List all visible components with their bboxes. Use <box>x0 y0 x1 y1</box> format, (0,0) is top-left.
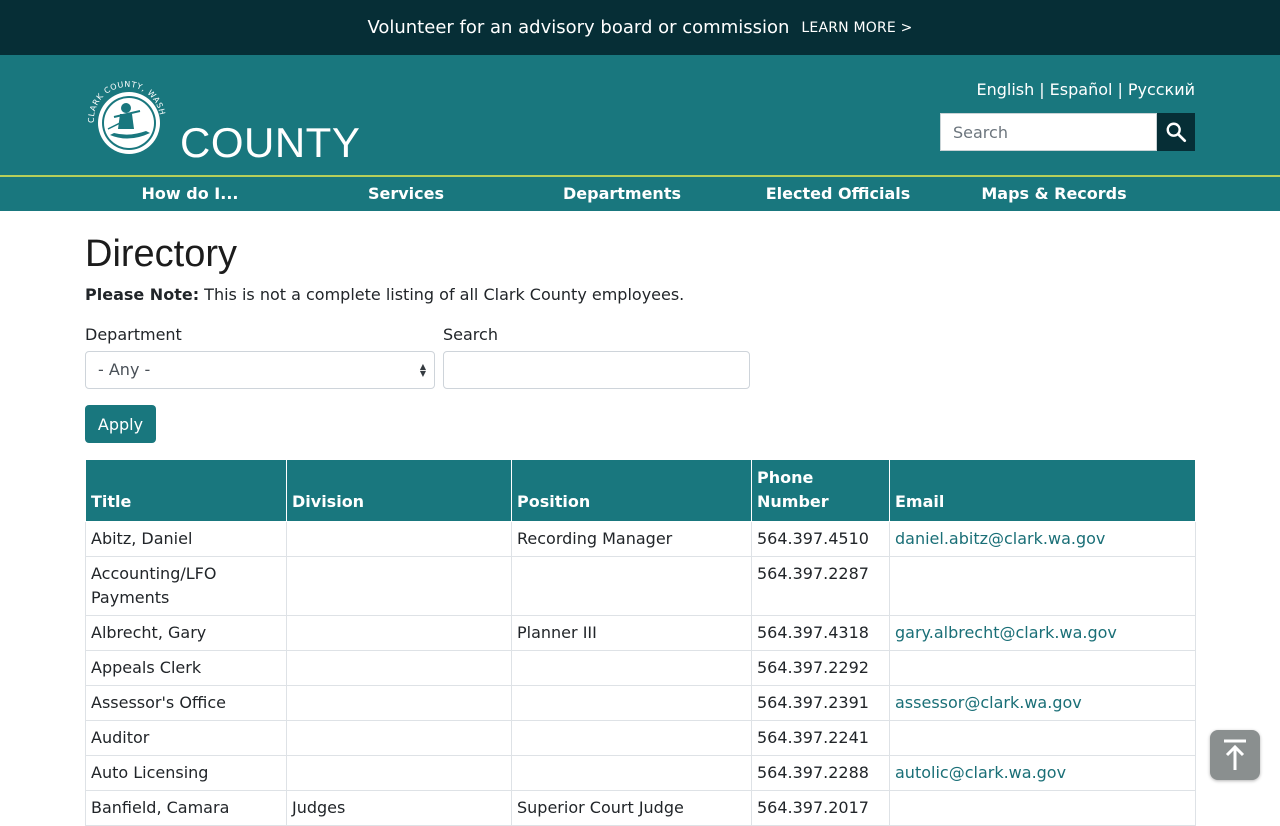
cell-division <box>286 650 512 686</box>
lang-espanol[interactable]: Español <box>1050 80 1113 99</box>
cell-position: Superior Court Judge <box>511 790 752 826</box>
cell-division <box>286 755 512 791</box>
cell-division <box>286 720 512 756</box>
nav-maps-records[interactable]: Maps & Records <box>946 177 1162 211</box>
cell-title: Banfield, Camara <box>85 790 287 826</box>
county-seal-logo[interactable]: CLARK COUNTY, WASHINGTON <box>84 77 174 161</box>
lang-divider: | <box>1039 80 1045 99</box>
table-row: Banfield, Camara Judges Superior Court Jud… <box>85 790 1196 826</box>
table-row: Auto Licensing 564.397.2288 autolic@clark.… <box>85 755 1196 791</box>
table-row: Assessor's Office 564.397.2391 assessor@cl… <box>85 685 1196 721</box>
announcement-banner: Volunteer for an advisory board or commi… <box>0 0 1280 55</box>
cell-title: Albrecht, Gary <box>85 615 287 651</box>
cell-position <box>511 755 752 791</box>
column-header-email: Email <box>889 459 1196 522</box>
cell-title: Auditor <box>85 720 287 756</box>
cell-division <box>286 615 512 651</box>
email-link[interactable]: gary.albrecht@clark.wa.gov <box>895 623 1117 642</box>
cell-phone: 564.397.2292 <box>751 650 890 686</box>
department-select[interactable]: - Any - ▲ ▼ <box>85 351 435 389</box>
cell-phone: 564.397.2391 <box>751 685 890 721</box>
language-switcher: English | Español | Русский <box>976 80 1195 100</box>
cell-title: Auto Licensing <box>85 755 287 791</box>
cell-email: gary.albrecht@clark.wa.gov <box>889 615 1196 651</box>
column-header-position: Position <box>511 459 752 522</box>
cell-phone: 564.397.4510 <box>751 521 890 557</box>
department-select-value: - Any - <box>98 360 151 379</box>
cell-division <box>286 556 512 616</box>
column-header-division: Division <box>286 459 512 522</box>
table-row: Auditor 564.397.2241 <box>85 720 1196 756</box>
select-arrows-icon: ▲ ▼ <box>419 362 426 378</box>
column-header-phone: Phone Number <box>751 459 890 522</box>
lang-russian[interactable]: Русский <box>1128 80 1195 99</box>
email-link[interactable]: autolic@clark.wa.gov <box>895 763 1066 782</box>
cell-email: autolic@clark.wa.gov <box>889 755 1196 791</box>
search-label: Search <box>443 325 498 344</box>
note-label: Please Note: <box>85 285 200 304</box>
directory-table: Title Division Position Phone Number Ema… <box>85 459 1196 826</box>
cell-title: Accounting/LFO Payments <box>85 556 287 616</box>
learn-more-link[interactable]: LEARN MORE > <box>801 20 912 36</box>
nav-how-do-i[interactable]: How do I... <box>82 177 298 211</box>
main-nav: How do I... Services Departments Elected… <box>0 175 1280 211</box>
nav-services[interactable]: Services <box>298 177 514 211</box>
lang-divider: | <box>1117 80 1123 99</box>
arrow-up-to-line-icon <box>1224 739 1246 770</box>
cell-email <box>889 650 1196 686</box>
directory-note: Please Note: This is not a complete list… <box>85 284 684 306</box>
site-search-button[interactable] <box>1157 113 1195 151</box>
cell-phone: 564.397.2017 <box>751 790 890 826</box>
search-icon <box>1166 122 1187 143</box>
cell-email: daniel.abitz@clark.wa.gov <box>889 521 1196 557</box>
table-row: Accounting/LFO Payments 564.397.2287 <box>85 556 1196 616</box>
cell-position <box>511 650 752 686</box>
cell-title: Assessor's Office <box>85 685 287 721</box>
cell-position <box>511 685 752 721</box>
cell-phone: 564.397.2241 <box>751 720 890 756</box>
lang-english[interactable]: English <box>976 80 1034 99</box>
cell-phone: 564.397.4318 <box>751 615 890 651</box>
banner-text: Volunteer for an advisory board or commi… <box>367 17 790 38</box>
table-row: Albrecht, Gary Planner III 564.397.4318 gar… <box>85 615 1196 651</box>
site-search-input[interactable] <box>940 113 1157 151</box>
cell-position <box>511 720 752 756</box>
table-header-row: Title Division Position Phone Number Ema… <box>85 459 1196 522</box>
cell-division <box>286 521 512 557</box>
cell-phone: 564.397.2288 <box>751 755 890 791</box>
department-label: Department <box>85 325 182 344</box>
cell-title: Appeals Clerk <box>85 650 287 686</box>
cell-email <box>889 790 1196 826</box>
back-to-top-button[interactable] <box>1210 730 1260 780</box>
apply-button[interactable]: Apply <box>85 405 156 443</box>
county-wordmark: COUNTY <box>180 119 361 166</box>
nav-elected-officials[interactable]: Elected Officials <box>730 177 946 211</box>
cell-position: Recording Manager <box>511 521 752 557</box>
cell-position <box>511 556 752 616</box>
table-row: Abitz, Daniel Recording Manager 564.397.45… <box>85 521 1196 557</box>
cell-position: Planner III <box>511 615 752 651</box>
cell-email: assessor@clark.wa.gov <box>889 685 1196 721</box>
cell-email <box>889 720 1196 756</box>
note-text: This is not a complete listing of all Cl… <box>199 285 685 304</box>
cell-title: Abitz, Daniel <box>85 521 287 557</box>
column-header-title: Title <box>85 459 287 522</box>
directory-search-input[interactable] <box>443 351 750 389</box>
cell-phone: 564.397.2287 <box>751 556 890 616</box>
cell-division <box>286 685 512 721</box>
email-link[interactable]: daniel.abitz@clark.wa.gov <box>895 529 1105 548</box>
nav-departments[interactable]: Departments <box>514 177 730 211</box>
email-link[interactable]: assessor@clark.wa.gov <box>895 693 1082 712</box>
table-row: Appeals Clerk 564.397.2292 <box>85 650 1196 686</box>
cell-division: Judges <box>286 790 512 826</box>
cell-email <box>889 556 1196 616</box>
page-title: Directory <box>85 233 238 275</box>
